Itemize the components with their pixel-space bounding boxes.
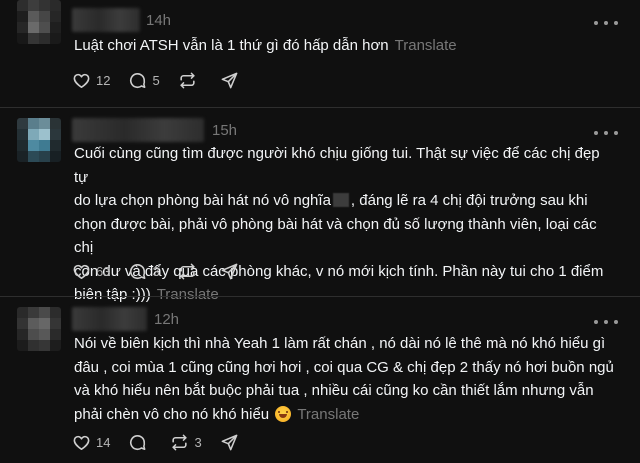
- comment-icon: [130, 72, 146, 88]
- comment-icon: [130, 434, 146, 450]
- thread-feed: 14h Luật chơi ATSH vẫn là 1 thứ gì đó hấ…: [0, 0, 640, 463]
- share-icon: [221, 434, 238, 450]
- avatar[interactable]: [17, 118, 61, 162]
- post-time: 12h: [154, 311, 180, 328]
- like-count: 12: [96, 72, 111, 88]
- like-count: 14: [96, 434, 111, 450]
- reply-button[interactable]: 3: [128, 262, 160, 281]
- repost-count: 3: [194, 434, 202, 450]
- like-button[interactable]: 63: [72, 262, 110, 281]
- post-text: Nói về biên kịch thì nhà Yeah 1 làm rất …: [74, 335, 614, 423]
- username-blurred[interactable]: [72, 307, 147, 331]
- repost-icon: [172, 434, 188, 450]
- more-icon[interactable]: [594, 315, 618, 329]
- heart-icon: [73, 435, 90, 450]
- translate-link[interactable]: Translate: [395, 37, 457, 54]
- comment-icon: [130, 263, 146, 279]
- like-count: 63: [96, 263, 111, 279]
- like-button[interactable]: 14: [72, 433, 110, 452]
- avatar[interactable]: [17, 307, 61, 351]
- more-icon[interactable]: [594, 126, 618, 140]
- post-time: 15h: [212, 122, 238, 139]
- post-actions: 14 3: [72, 431, 257, 453]
- repost-button[interactable]: [178, 262, 202, 281]
- username-blurred[interactable]: [72, 8, 140, 32]
- share-icon: [221, 72, 238, 88]
- share-button[interactable]: [220, 71, 239, 90]
- heart-icon: [73, 264, 90, 279]
- repost-icon: [180, 72, 195, 88]
- post-text: Luật chơi ATSH vẫn là 1 thứ gì đó hấp dẫ…: [74, 37, 457, 54]
- share-button[interactable]: [220, 433, 239, 452]
- post-3: 12h Nói về biên kịch thì nhà Yeah 1 làm …: [0, 297, 640, 463]
- repost-button[interactable]: [178, 71, 202, 90]
- censored-word: [332, 193, 349, 207]
- reply-button[interactable]: [128, 433, 152, 452]
- post-2: 15h Cuối cùng cũng tìm được người khó ch…: [0, 108, 640, 303]
- post-1: 14h Luật chơi ATSH vẫn là 1 thứ gì đó hấ…: [0, 0, 640, 100]
- heart-icon: [73, 73, 90, 88]
- more-icon[interactable]: [594, 16, 618, 30]
- reply-count: 5: [152, 72, 160, 88]
- post-actions: 12 5: [72, 69, 257, 91]
- post-time: 14h: [146, 12, 172, 29]
- post-actions: 63 3: [72, 260, 257, 282]
- avatar[interactable]: [17, 0, 61, 44]
- repost-icon: [180, 263, 195, 279]
- like-button[interactable]: 12: [72, 71, 110, 90]
- share-icon: [221, 263, 238, 279]
- reply-button[interactable]: 5: [128, 71, 160, 90]
- translate-link[interactable]: Translate: [297, 406, 359, 423]
- username-blurred[interactable]: [72, 118, 204, 142]
- reply-count: 3: [152, 263, 160, 279]
- repost-button[interactable]: 3: [170, 433, 202, 452]
- share-button[interactable]: [220, 262, 239, 281]
- grin-emoji-icon: [275, 405, 292, 422]
